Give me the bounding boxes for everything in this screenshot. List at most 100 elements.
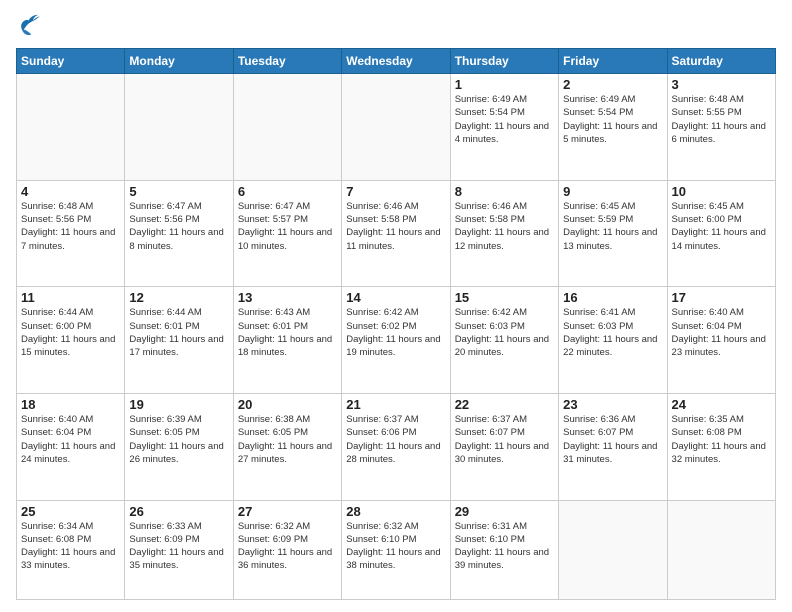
day-info: Sunrise: 6:38 AM Sunset: 6:05 PM Dayligh… bbox=[238, 413, 337, 466]
day-info: Sunrise: 6:43 AM Sunset: 6:01 PM Dayligh… bbox=[238, 306, 337, 359]
calendar-cell: 4Sunrise: 6:48 AM Sunset: 5:56 PM Daylig… bbox=[17, 180, 125, 287]
calendar-cell: 6Sunrise: 6:47 AM Sunset: 5:57 PM Daylig… bbox=[233, 180, 341, 287]
calendar-cell: 12Sunrise: 6:44 AM Sunset: 6:01 PM Dayli… bbox=[125, 287, 233, 394]
day-info: Sunrise: 6:45 AM Sunset: 6:00 PM Dayligh… bbox=[672, 200, 771, 253]
day-info: Sunrise: 6:44 AM Sunset: 6:00 PM Dayligh… bbox=[21, 306, 120, 359]
day-number: 21 bbox=[346, 397, 445, 412]
week-row: 1Sunrise: 6:49 AM Sunset: 5:54 PM Daylig… bbox=[17, 74, 776, 181]
day-number: 5 bbox=[129, 184, 228, 199]
day-number: 8 bbox=[455, 184, 554, 199]
day-info: Sunrise: 6:42 AM Sunset: 6:02 PM Dayligh… bbox=[346, 306, 445, 359]
calendar-cell: 1Sunrise: 6:49 AM Sunset: 5:54 PM Daylig… bbox=[450, 74, 558, 181]
day-number: 27 bbox=[238, 504, 337, 519]
day-info: Sunrise: 6:46 AM Sunset: 5:58 PM Dayligh… bbox=[455, 200, 554, 253]
calendar-cell: 23Sunrise: 6:36 AM Sunset: 6:07 PM Dayli… bbox=[559, 393, 667, 500]
calendar-cell: 11Sunrise: 6:44 AM Sunset: 6:00 PM Dayli… bbox=[17, 287, 125, 394]
calendar-cell bbox=[667, 500, 775, 599]
day-number: 17 bbox=[672, 290, 771, 305]
week-row: 11Sunrise: 6:44 AM Sunset: 6:00 PM Dayli… bbox=[17, 287, 776, 394]
calendar-cell: 28Sunrise: 6:32 AM Sunset: 6:10 PM Dayli… bbox=[342, 500, 450, 599]
day-number: 1 bbox=[455, 77, 554, 92]
day-info: Sunrise: 6:33 AM Sunset: 6:09 PM Dayligh… bbox=[129, 520, 228, 573]
calendar-cell bbox=[342, 74, 450, 181]
day-info: Sunrise: 6:45 AM Sunset: 5:59 PM Dayligh… bbox=[563, 200, 662, 253]
day-info: Sunrise: 6:32 AM Sunset: 6:09 PM Dayligh… bbox=[238, 520, 337, 573]
calendar-cell: 24Sunrise: 6:35 AM Sunset: 6:08 PM Dayli… bbox=[667, 393, 775, 500]
day-number: 23 bbox=[563, 397, 662, 412]
calendar-cell: 10Sunrise: 6:45 AM Sunset: 6:00 PM Dayli… bbox=[667, 180, 775, 287]
day-info: Sunrise: 6:37 AM Sunset: 6:07 PM Dayligh… bbox=[455, 413, 554, 466]
day-info: Sunrise: 6:46 AM Sunset: 5:58 PM Dayligh… bbox=[346, 200, 445, 253]
day-info: Sunrise: 6:49 AM Sunset: 5:54 PM Dayligh… bbox=[455, 93, 554, 146]
weekday-header: Tuesday bbox=[233, 49, 341, 74]
day-info: Sunrise: 6:48 AM Sunset: 5:56 PM Dayligh… bbox=[21, 200, 120, 253]
day-number: 29 bbox=[455, 504, 554, 519]
weekday-header: Monday bbox=[125, 49, 233, 74]
day-number: 6 bbox=[238, 184, 337, 199]
calendar-cell: 17Sunrise: 6:40 AM Sunset: 6:04 PM Dayli… bbox=[667, 287, 775, 394]
calendar-cell bbox=[559, 500, 667, 599]
page-header bbox=[16, 12, 776, 40]
day-number: 4 bbox=[21, 184, 120, 199]
day-info: Sunrise: 6:35 AM Sunset: 6:08 PM Dayligh… bbox=[672, 413, 771, 466]
calendar-cell: 19Sunrise: 6:39 AM Sunset: 6:05 PM Dayli… bbox=[125, 393, 233, 500]
day-info: Sunrise: 6:49 AM Sunset: 5:54 PM Dayligh… bbox=[563, 93, 662, 146]
day-number: 11 bbox=[21, 290, 120, 305]
day-info: Sunrise: 6:48 AM Sunset: 5:55 PM Dayligh… bbox=[672, 93, 771, 146]
calendar-cell: 27Sunrise: 6:32 AM Sunset: 6:09 PM Dayli… bbox=[233, 500, 341, 599]
day-info: Sunrise: 6:47 AM Sunset: 5:56 PM Dayligh… bbox=[129, 200, 228, 253]
calendar-cell bbox=[233, 74, 341, 181]
calendar-cell: 25Sunrise: 6:34 AM Sunset: 6:08 PM Dayli… bbox=[17, 500, 125, 599]
day-number: 28 bbox=[346, 504, 445, 519]
weekday-header: Saturday bbox=[667, 49, 775, 74]
day-number: 7 bbox=[346, 184, 445, 199]
weekday-header: Sunday bbox=[17, 49, 125, 74]
logo-icon bbox=[16, 12, 44, 40]
day-info: Sunrise: 6:40 AM Sunset: 6:04 PM Dayligh… bbox=[21, 413, 120, 466]
day-number: 9 bbox=[563, 184, 662, 199]
day-number: 19 bbox=[129, 397, 228, 412]
calendar-cell bbox=[125, 74, 233, 181]
calendar-cell: 29Sunrise: 6:31 AM Sunset: 6:10 PM Dayli… bbox=[450, 500, 558, 599]
calendar-table: SundayMondayTuesdayWednesdayThursdayFrid… bbox=[16, 48, 776, 600]
day-number: 25 bbox=[21, 504, 120, 519]
day-info: Sunrise: 6:37 AM Sunset: 6:06 PM Dayligh… bbox=[346, 413, 445, 466]
week-row: 25Sunrise: 6:34 AM Sunset: 6:08 PM Dayli… bbox=[17, 500, 776, 599]
day-info: Sunrise: 6:36 AM Sunset: 6:07 PM Dayligh… bbox=[563, 413, 662, 466]
day-info: Sunrise: 6:34 AM Sunset: 6:08 PM Dayligh… bbox=[21, 520, 120, 573]
calendar-cell: 9Sunrise: 6:45 AM Sunset: 5:59 PM Daylig… bbox=[559, 180, 667, 287]
calendar-cell: 3Sunrise: 6:48 AM Sunset: 5:55 PM Daylig… bbox=[667, 74, 775, 181]
day-info: Sunrise: 6:32 AM Sunset: 6:10 PM Dayligh… bbox=[346, 520, 445, 573]
calendar-cell: 20Sunrise: 6:38 AM Sunset: 6:05 PM Dayli… bbox=[233, 393, 341, 500]
day-number: 18 bbox=[21, 397, 120, 412]
day-info: Sunrise: 6:42 AM Sunset: 6:03 PM Dayligh… bbox=[455, 306, 554, 359]
day-info: Sunrise: 6:41 AM Sunset: 6:03 PM Dayligh… bbox=[563, 306, 662, 359]
calendar-cell: 22Sunrise: 6:37 AM Sunset: 6:07 PM Dayli… bbox=[450, 393, 558, 500]
day-number: 2 bbox=[563, 77, 662, 92]
day-number: 10 bbox=[672, 184, 771, 199]
calendar-cell: 16Sunrise: 6:41 AM Sunset: 6:03 PM Dayli… bbox=[559, 287, 667, 394]
calendar-cell bbox=[17, 74, 125, 181]
weekday-header: Thursday bbox=[450, 49, 558, 74]
calendar-header-row: SundayMondayTuesdayWednesdayThursdayFrid… bbox=[17, 49, 776, 74]
day-info: Sunrise: 6:44 AM Sunset: 6:01 PM Dayligh… bbox=[129, 306, 228, 359]
calendar-cell: 2Sunrise: 6:49 AM Sunset: 5:54 PM Daylig… bbox=[559, 74, 667, 181]
day-number: 22 bbox=[455, 397, 554, 412]
week-row: 4Sunrise: 6:48 AM Sunset: 5:56 PM Daylig… bbox=[17, 180, 776, 287]
logo bbox=[16, 12, 48, 40]
calendar-cell: 18Sunrise: 6:40 AM Sunset: 6:04 PM Dayli… bbox=[17, 393, 125, 500]
day-number: 24 bbox=[672, 397, 771, 412]
calendar-cell: 21Sunrise: 6:37 AM Sunset: 6:06 PM Dayli… bbox=[342, 393, 450, 500]
day-number: 15 bbox=[455, 290, 554, 305]
weekday-header: Wednesday bbox=[342, 49, 450, 74]
day-number: 26 bbox=[129, 504, 228, 519]
day-number: 12 bbox=[129, 290, 228, 305]
day-number: 20 bbox=[238, 397, 337, 412]
day-number: 3 bbox=[672, 77, 771, 92]
calendar-cell: 15Sunrise: 6:42 AM Sunset: 6:03 PM Dayli… bbox=[450, 287, 558, 394]
day-number: 14 bbox=[346, 290, 445, 305]
weekday-header: Friday bbox=[559, 49, 667, 74]
day-info: Sunrise: 6:39 AM Sunset: 6:05 PM Dayligh… bbox=[129, 413, 228, 466]
calendar-cell: 8Sunrise: 6:46 AM Sunset: 5:58 PM Daylig… bbox=[450, 180, 558, 287]
day-info: Sunrise: 6:40 AM Sunset: 6:04 PM Dayligh… bbox=[672, 306, 771, 359]
